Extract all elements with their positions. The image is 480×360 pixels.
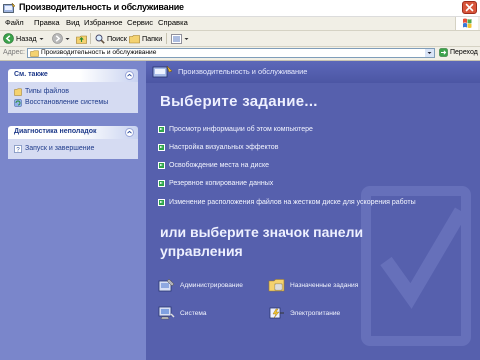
menu-tools[interactable]: Сервис: [127, 18, 153, 27]
close-button[interactable]: [462, 1, 477, 14]
go-button[interactable]: Переход: [439, 48, 478, 57]
menu-view[interactable]: Вид: [66, 18, 80, 27]
link-system-restore-label: Восстановление системы: [25, 99, 109, 106]
address-dropdown-button[interactable]: [425, 49, 434, 57]
folders-label: Папки: [142, 34, 163, 43]
views-icon: [171, 33, 182, 44]
link-file-types[interactable]: Типы файлов: [8, 86, 138, 97]
see-also-group: См. также Типы файлов Восстановление сис…: [8, 69, 138, 113]
cp-label: Назначенные задания: [290, 281, 359, 289]
main-panel: Производительность и обслуживание Выбери…: [146, 61, 480, 360]
task-link[interactable]: Просмотр информации об этом компьютере: [158, 124, 313, 134]
back-arrow-icon: [3, 33, 14, 44]
menu-file[interactable]: Файл: [5, 18, 24, 27]
cp-label: Администрирование: [180, 281, 243, 289]
cp-label: Система: [180, 309, 207, 317]
see-also-header[interactable]: См. также: [8, 69, 138, 82]
task-label: Освобождение места на диске: [169, 161, 269, 169]
task-link[interactable]: Настройка визуальных эффектов: [158, 142, 278, 152]
folders-icon: [129, 34, 140, 43]
troubleshooting-title: Диагностика неполадок: [14, 128, 97, 135]
toolbar-separator: [90, 33, 91, 44]
performance-icon: [3, 2, 16, 14]
menu-favorites[interactable]: Избранное: [84, 18, 122, 27]
windows-logo-icon: [455, 17, 478, 30]
administrative-tools-icon: [158, 278, 175, 292]
cp-system[interactable]: Система: [158, 305, 207, 321]
window-title: Производительность и обслуживание: [19, 2, 184, 12]
task-label: Резервное копирование данных: [169, 179, 274, 187]
power-options-icon: [269, 307, 284, 319]
cp-label: Электропитание: [290, 309, 341, 317]
up-folder-button[interactable]: [76, 33, 87, 44]
link-startup-shutdown[interactable]: ? Запуск и завершение: [8, 143, 138, 154]
views-button[interactable]: [171, 33, 189, 44]
up-folder-icon: [76, 35, 87, 44]
task-link[interactable]: Изменение расположения файлов на жестком…: [158, 197, 416, 207]
control-panel-folder-icon: [30, 50, 39, 57]
search-button[interactable]: Поиск: [95, 33, 127, 44]
chevron-down-icon: [427, 52, 432, 54]
cp-power-options[interactable]: Электропитание: [268, 305, 340, 321]
forward-button[interactable]: [52, 33, 70, 44]
address-value: Производительность и обслуживание: [41, 49, 157, 56]
toolbar-separator: [166, 33, 167, 44]
search-label: Поиск: [107, 34, 127, 43]
pick-icon-heading: или выберите значок панели управления: [160, 224, 364, 259]
troubleshooting-header[interactable]: Диагностика неполадок: [8, 126, 138, 139]
green-arrow-icon: [158, 125, 165, 133]
forward-arrow-icon: [52, 33, 63, 44]
link-system-restore[interactable]: Восстановление системы: [8, 97, 138, 108]
performance-icon: [152, 65, 174, 79]
address-bar: Адрес: Производительность и обслуживание…: [0, 47, 480, 61]
green-arrow-icon: [158, 179, 165, 187]
task-label: Настройка визуальных эффектов: [169, 143, 279, 151]
back-label: Назад: [16, 34, 37, 43]
menu-edit[interactable]: Правка: [34, 18, 60, 27]
see-also-title: См. также: [14, 71, 48, 78]
task-link[interactable]: Освобождение места на диске: [158, 160, 269, 170]
menu-help[interactable]: Справка: [158, 18, 188, 27]
address-label: Адрес:: [3, 49, 25, 56]
toolbar: Назад Поиск Папки: [0, 31, 480, 47]
task-link[interactable]: Резервное копирование данных: [158, 178, 273, 188]
link-startup-shutdown-label: Запуск и завершение: [25, 145, 95, 152]
go-arrow-icon: [439, 48, 448, 57]
close-icon: [465, 3, 474, 12]
cp-administrative-tools[interactable]: Администрирование: [158, 277, 243, 293]
search-icon: [95, 34, 105, 44]
collapse-icon[interactable]: [125, 128, 134, 137]
green-arrow-icon: [158, 198, 165, 206]
help-topic-icon: ?: [14, 144, 22, 153]
go-label: Переход: [450, 49, 478, 56]
pick-task-heading: Выберите задание...: [160, 93, 318, 110]
address-field[interactable]: Производительность и обслуживание: [27, 48, 435, 58]
section-header: Производительность и обслуживание: [146, 61, 480, 83]
troubleshooting-group: Диагностика неполадок ? Запуск и заверше…: [8, 126, 138, 159]
green-arrow-icon: [158, 161, 165, 169]
task-label: Просмотр информации об этом компьютере: [169, 125, 313, 133]
task-label: Изменение расположения файлов на жестком…: [169, 198, 416, 206]
scheduled-tasks-icon: [268, 279, 285, 292]
task-pane: См. также Типы файлов Восстановление сис…: [0, 61, 146, 360]
back-button[interactable]: Назад: [3, 33, 44, 44]
section-title: Производительность и обслуживание: [178, 67, 308, 76]
see-also-body: Типы файлов Восстановление системы: [8, 82, 138, 113]
system-restore-icon: [14, 98, 22, 107]
chevron-down-icon: [184, 37, 189, 40]
watermark-icon: [346, 181, 480, 360]
cp-scheduled-tasks[interactable]: Назначенные задания: [268, 277, 358, 293]
title-bar: Производительность и обслуживание: [0, 0, 480, 17]
menu-bar: Файл Правка Вид Избранное Сервис Справка: [0, 17, 480, 31]
troubleshooting-body: ? Запуск и завершение: [8, 139, 138, 159]
chevron-down-icon: [39, 37, 44, 40]
file-types-icon: [14, 88, 22, 96]
green-arrow-icon: [158, 143, 165, 151]
system-icon: [158, 306, 175, 320]
chevron-down-icon: [65, 37, 70, 40]
link-file-types-label: Типы файлов: [25, 88, 69, 95]
collapse-icon[interactable]: [125, 71, 134, 80]
folders-button[interactable]: Папки: [129, 33, 162, 44]
